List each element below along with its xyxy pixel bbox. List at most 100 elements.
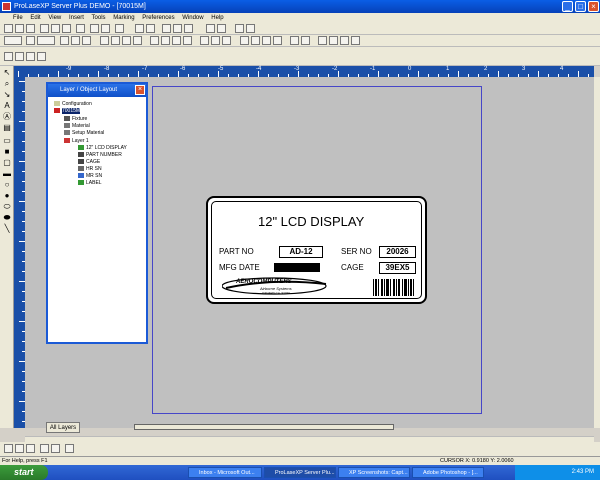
menu-window[interactable]: Window — [182, 15, 203, 21]
circle-icon[interactable]: ○ — [2, 180, 12, 190]
font-select[interactable] — [4, 36, 22, 45]
paste-icon[interactable] — [62, 24, 71, 33]
start-button[interactable]: start — [0, 465, 48, 480]
copy-icon[interactable] — [51, 24, 60, 33]
rounded-rectangle-icon[interactable]: ▢ — [2, 158, 12, 168]
cut-icon[interactable] — [40, 24, 49, 33]
arrange-icon[interactable] — [161, 36, 170, 45]
date-tool-icon[interactable] — [133, 36, 142, 45]
help-icon[interactable] — [235, 24, 244, 33]
text-tool-icon[interactable]: A — [2, 101, 12, 111]
save-icon[interactable] — [26, 24, 35, 33]
tree-item-setup-material[interactable]: Setup Material — [64, 130, 104, 137]
task-xp-screenshots[interactable]: XP Screenshots: Capt... — [338, 467, 410, 478]
curve-icon[interactable] — [301, 36, 310, 45]
filled-rectangle-icon[interactable]: ■ — [2, 147, 12, 157]
align-icon[interactable] — [146, 24, 155, 33]
align-left-icon[interactable] — [60, 36, 69, 45]
layer-panel-titlebar[interactable]: Layer / Object Layout × — [48, 84, 146, 97]
zoom-icon[interactable] — [115, 24, 124, 33]
zoom-fit-icon[interactable] — [26, 444, 35, 453]
rectangle-icon[interactable]: ▭ — [2, 136, 12, 146]
task-prolasexp[interactable]: ProLaseXP Server Plu... — [264, 467, 336, 478]
text-tool-icon[interactable] — [100, 36, 109, 45]
zoom-page-icon[interactable] — [40, 444, 49, 453]
select-arrow-icon[interactable]: ↖ — [2, 68, 12, 78]
menu-file[interactable]: File — [13, 15, 23, 21]
barcode[interactable] — [372, 279, 416, 296]
distribute-icon[interactable] — [150, 36, 159, 45]
text-b-icon[interactable] — [318, 36, 327, 45]
shape-icon[interactable] — [290, 36, 299, 45]
mirror-icon[interactable] — [211, 36, 220, 45]
maximize-button[interactable]: □ — [575, 1, 586, 12]
serial-tool-icon[interactable] — [122, 36, 131, 45]
filled-ellipse-icon[interactable]: ⬬ — [2, 213, 12, 223]
size-select[interactable] — [37, 36, 55, 45]
task-outlook[interactable]: Inbox - Microsoft Out... — [188, 467, 262, 478]
run-icon[interactable] — [173, 24, 182, 33]
vertical-text-icon[interactable] — [262, 36, 271, 45]
text-c-icon[interactable] — [329, 36, 338, 45]
filled-circle-icon[interactable]: ● — [2, 191, 12, 201]
task-photoshop[interactable]: Adobe Photoshop - [... — [412, 467, 484, 478]
tree-item-lcd-display[interactable]: 12" LCD DISPLAY — [78, 145, 127, 152]
menu-preferences[interactable]: Preferences — [142, 15, 174, 21]
open-icon[interactable] — [15, 24, 24, 33]
tree-item-layer1[interactable]: Layer 1 — [64, 138, 89, 145]
cage-label[interactable]: CAGE — [341, 263, 364, 272]
ser-no-label[interactable]: SER NO — [341, 247, 372, 256]
arc-text-icon[interactable]: Ⓐ — [2, 112, 12, 122]
group-icon[interactable] — [172, 36, 181, 45]
tree-item-cage[interactable]: CAGE — [78, 159, 100, 166]
part-no-label[interactable]: PART NO — [219, 247, 254, 256]
view-2-icon[interactable] — [15, 52, 24, 61]
layer-panel-close-button[interactable]: × — [135, 85, 145, 95]
ser-no-value[interactable]: 20026 — [379, 246, 416, 258]
context-help-icon[interactable] — [246, 24, 255, 33]
image-tool-icon[interactable]: ▤ — [2, 123, 12, 133]
grid-icon[interactable] — [135, 24, 144, 33]
align-right-icon[interactable] — [82, 36, 91, 45]
text-d-icon[interactable] — [340, 36, 349, 45]
view-4-icon[interactable] — [37, 52, 46, 61]
zoom-in-icon[interactable] — [4, 444, 13, 453]
view-3-icon[interactable] — [26, 52, 35, 61]
menu-edit[interactable]: Edit — [30, 15, 40, 21]
close-button[interactable]: × — [588, 1, 599, 12]
layers-icon[interactable] — [206, 24, 215, 33]
barcode-tool-icon[interactable] — [111, 36, 120, 45]
text-a-icon[interactable] — [240, 36, 249, 45]
tree-item-material[interactable]: Material — [64, 123, 90, 130]
arc-text-icon[interactable] — [251, 36, 260, 45]
tree-item-label[interactable]: LABEL — [78, 180, 102, 187]
filled-rounded-rectangle-icon[interactable]: ▬ — [2, 169, 12, 179]
tree-item-part-number[interactable]: PART NUMBER — [78, 152, 122, 159]
minimize-button[interactable]: _ — [562, 1, 573, 12]
new-icon[interactable] — [4, 24, 13, 33]
line-icon[interactable]: ╲ — [2, 224, 12, 234]
tree-item-mr-sn[interactable]: MR SN — [78, 173, 102, 180]
tree-item-job[interactable]: 70015M — [54, 108, 81, 115]
ungroup-icon[interactable] — [183, 36, 192, 45]
table-icon[interactable] — [217, 24, 226, 33]
cage-value[interactable]: 39EX5 — [379, 262, 416, 274]
tab-all-layers[interactable]: All Layers — [46, 422, 80, 433]
node-edit-icon[interactable]: ↘ — [2, 90, 12, 100]
layer-tab-scrollbar[interactable] — [134, 424, 394, 430]
fit-icon[interactable] — [222, 36, 231, 45]
undo-icon[interactable] — [76, 24, 85, 33]
image-icon[interactable] — [351, 36, 360, 45]
menu-tools[interactable]: Tools — [92, 15, 106, 21]
align-center-icon[interactable] — [71, 36, 80, 45]
menu-view[interactable]: View — [48, 15, 61, 21]
menu-help[interactable]: Help — [211, 15, 223, 21]
label-plate[interactable]: 12" LCD DISPLAY PART NO AD-12 SER NO 200… — [206, 196, 427, 304]
bold-icon[interactable] — [26, 36, 35, 45]
ellipse-icon[interactable]: ⬭ — [2, 202, 12, 212]
mfg-date-label[interactable]: MFG DATE — [219, 263, 260, 272]
menu-marking[interactable]: Marking — [113, 15, 134, 21]
tree-item-hr-sn[interactable]: HR SN — [78, 166, 102, 173]
zoom-icon[interactable]: ⌕ — [2, 79, 12, 89]
rotate-icon[interactable] — [200, 36, 209, 45]
